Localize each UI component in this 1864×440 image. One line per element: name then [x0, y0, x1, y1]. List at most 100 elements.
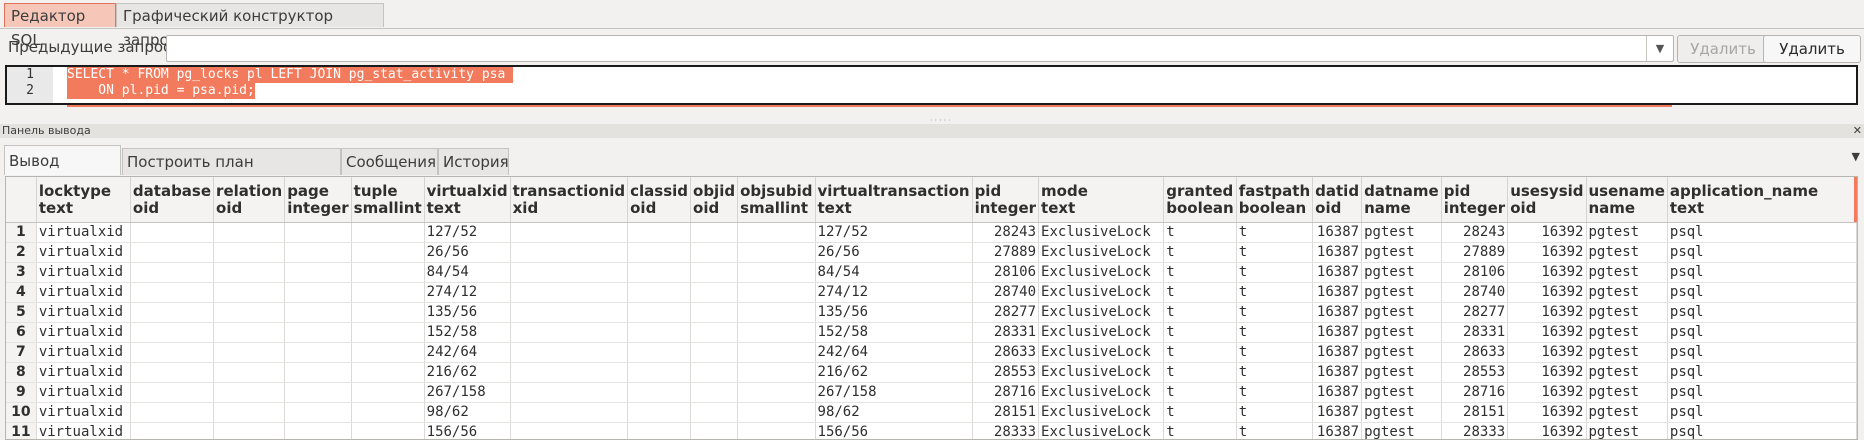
table-cell[interactable]: 28716 [972, 382, 1040, 403]
table-cell[interactable] [737, 362, 816, 383]
column-header[interactable]: database oid [130, 177, 215, 223]
table-cell[interactable]: 26/56 [815, 242, 973, 263]
table-cell[interactable] [690, 262, 739, 283]
table-cell[interactable]: 16387 [1312, 422, 1363, 439]
table-cell[interactable]: 27889 [972, 242, 1040, 263]
table-cell[interactable]: 28106 [1441, 262, 1509, 283]
table-cell[interactable]: 27889 [1441, 242, 1509, 263]
table-cell[interactable]: pgtest [1361, 402, 1442, 423]
table-cell[interactable] [130, 262, 215, 283]
table-cell[interactable] [351, 302, 425, 323]
table-cell[interactable] [690, 222, 739, 243]
table-cell[interactable] [284, 402, 352, 423]
table-cell[interactable]: 16392 [1507, 302, 1587, 323]
table-cell[interactable] [510, 222, 629, 243]
table-cell[interactable]: ExclusiveLock [1038, 382, 1165, 403]
table-cell[interactable]: 127/52 [815, 222, 973, 243]
column-header[interactable]: datid oid [1312, 177, 1363, 223]
table-cell[interactable]: t [1163, 362, 1237, 383]
table-cell[interactable]: psql [1667, 222, 1857, 243]
table-cell[interactable] [213, 282, 286, 303]
table-cell[interactable] [130, 362, 215, 383]
tab-explain[interactable]: Построить план выполнения [122, 148, 341, 198]
table-cell[interactable] [284, 422, 352, 439]
table-cell[interactable]: 28277 [972, 302, 1040, 323]
column-header[interactable]: usename name [1586, 177, 1668, 223]
table-cell[interactable]: virtualxid [36, 262, 131, 283]
table-cell[interactable] [627, 302, 692, 323]
table-cell[interactable] [690, 302, 739, 323]
table-cell[interactable]: 274/12 [815, 282, 973, 303]
table-cell[interactable]: pgtest [1586, 222, 1668, 243]
tab-graphical-query-builder[interactable]: Графический конструктор запросов [116, 3, 384, 49]
table-cell[interactable]: ExclusiveLock [1038, 422, 1165, 439]
table-cell[interactable] [690, 382, 739, 403]
table-cell[interactable]: virtualxid [36, 342, 131, 363]
table-cell[interactable] [690, 342, 739, 363]
table-cell[interactable]: 16387 [1312, 262, 1363, 283]
table-cell[interactable] [737, 342, 816, 363]
table-cell[interactable]: ExclusiveLock [1038, 342, 1165, 363]
table-cell[interactable]: 135/56 [815, 302, 973, 323]
table-cell[interactable]: psql [1667, 262, 1857, 283]
table-cell[interactable] [690, 362, 739, 383]
table-row[interactable]: 5 virtualxid 135/56 135/56 28277 ExclusiveLoc… [6, 302, 1857, 323]
table-cell[interactable]: 16392 [1507, 282, 1587, 303]
table-cell[interactable] [737, 222, 816, 243]
table-cell[interactable] [510, 382, 629, 403]
table-cell[interactable]: 135/56 [424, 302, 511, 323]
delete-button[interactable]: Удалить [1677, 35, 1769, 63]
table-cell[interactable] [130, 342, 215, 363]
table-cell[interactable]: 156/56 [815, 422, 973, 439]
row-number-header[interactable] [6, 177, 37, 223]
table-cell[interactable] [284, 362, 352, 383]
table-cell[interactable] [510, 402, 629, 423]
table-cell[interactable] [627, 242, 692, 263]
table-cell[interactable]: pgtest [1586, 322, 1668, 343]
table-cell[interactable] [510, 342, 629, 363]
table-cell[interactable]: ExclusiveLock [1038, 322, 1165, 343]
table-cell[interactable]: t [1163, 242, 1237, 263]
row-number[interactable]: 2 [6, 242, 37, 263]
row-number[interactable]: 1 [6, 222, 37, 243]
table-cell[interactable]: t [1163, 222, 1237, 243]
table-cell[interactable]: t [1236, 362, 1314, 383]
table-cell[interactable]: 28243 [972, 222, 1040, 243]
table-cell[interactable]: virtualxid [36, 322, 131, 343]
table-cell[interactable] [510, 282, 629, 303]
table-cell[interactable] [284, 222, 352, 243]
table-cell[interactable]: 28633 [1441, 342, 1509, 363]
table-cell[interactable]: pgtest [1586, 402, 1668, 423]
row-number[interactable]: 7 [6, 342, 37, 363]
table-cell[interactable]: psql [1667, 322, 1857, 343]
table-cell[interactable]: t [1163, 402, 1237, 423]
row-number[interactable]: 6 [6, 322, 37, 343]
table-cell[interactable] [510, 362, 629, 383]
table-cell[interactable]: 242/64 [424, 342, 511, 363]
previous-queries-combo[interactable]: ▼ [166, 35, 1674, 62]
column-header[interactable]: pid integer [1441, 177, 1509, 223]
table-cell[interactable] [213, 262, 286, 283]
table-cell[interactable]: t [1163, 262, 1237, 283]
table-cell[interactable]: 16387 [1312, 382, 1363, 403]
row-number[interactable]: 3 [6, 262, 37, 283]
row-number[interactable]: 9 [6, 382, 37, 403]
table-cell[interactable] [213, 422, 286, 439]
table-cell[interactable]: 28633 [972, 342, 1040, 363]
table-cell[interactable]: ExclusiveLock [1038, 302, 1165, 323]
column-header[interactable]: usesysid oid [1507, 177, 1587, 223]
table-cell[interactable] [351, 242, 425, 263]
table-cell[interactable] [627, 362, 692, 383]
table-cell[interactable]: 28716 [1441, 382, 1509, 403]
table-cell[interactable] [213, 362, 286, 383]
table-cell[interactable]: 16392 [1507, 242, 1587, 263]
table-cell[interactable] [213, 322, 286, 343]
table-row[interactable]: 4 virtualxid 274/12 274/12 28740 ExclusiveLoc… [6, 282, 1857, 303]
table-cell[interactable]: psql [1667, 422, 1857, 439]
table-cell[interactable] [351, 222, 425, 243]
table-cell[interactable]: 274/12 [424, 282, 511, 303]
column-header[interactable]: virtualxid text [424, 177, 511, 223]
column-header[interactable]: tuple smallint [351, 177, 425, 223]
code-area[interactable]: SELECT * FROM pg_locks pl LEFT JOIN pg_s… [67, 67, 514, 99]
table-cell[interactable]: pgtest [1586, 362, 1668, 383]
